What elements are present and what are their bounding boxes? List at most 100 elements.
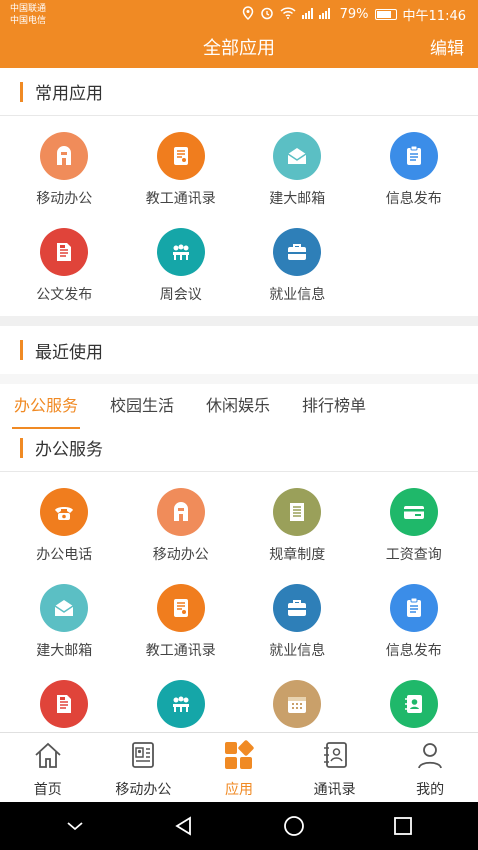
battery-percent: 79% <box>339 7 369 22</box>
section-header: 常用应用 <box>0 68 478 116</box>
app-tile-label: 办公电话 <box>36 547 93 563</box>
id-card-icon <box>126 739 160 771</box>
app-tile-label: 就业信息 <box>269 287 326 303</box>
carrier-2: 中国电信 <box>10 16 47 26</box>
app-tile[interactable]: 就业信息 <box>239 576 356 672</box>
recent-section: 最近使用 <box>0 326 478 374</box>
app-tile-label: 工资查询 <box>385 547 442 563</box>
section-accent-bar <box>20 81 23 102</box>
app-tile[interactable]: 信息发布 <box>356 124 473 220</box>
section-accent-bar <box>20 340 23 360</box>
hide-keyboard-button[interactable] <box>51 802 99 850</box>
app-tile-label: 教工通讯录 <box>145 191 216 207</box>
app-tile-label: 教工通讯录 <box>145 643 216 659</box>
alarm-icon <box>260 6 274 24</box>
briefcase-icon <box>273 228 322 276</box>
home-icon <box>31 739 65 771</box>
nav-item-1[interactable]: 首页 <box>0 733 96 802</box>
app-tile-label: 信息发布 <box>385 191 442 207</box>
app-tile[interactable]: 移动办公 <box>6 124 123 220</box>
app-tile[interactable]: 教工通讯录 <box>123 576 240 672</box>
wifi-icon <box>280 6 296 23</box>
app-tile[interactable] <box>356 672 473 732</box>
section-title: 最近使用 <box>35 342 103 363</box>
location-icon <box>242 5 254 24</box>
app-tile-label: 规章制度 <box>269 547 326 563</box>
clipboard-icon <box>389 584 438 632</box>
address-book-icon <box>318 739 352 771</box>
document-icon <box>40 228 89 276</box>
app-tile[interactable]: 信息发布 <box>356 576 473 672</box>
app-tile[interactable]: 移动办公 <box>123 480 240 576</box>
app-tile[interactable] <box>239 672 356 732</box>
calendar-icon <box>273 680 322 728</box>
edit-button[interactable]: 编辑 <box>430 34 464 59</box>
app-tile[interactable]: 规章制度 <box>239 480 356 576</box>
clock: 中午11:46 <box>402 9 466 24</box>
salary-card-icon <box>389 488 438 536</box>
recent-apps-button[interactable] <box>379 802 427 850</box>
nav-item-4[interactable]: 通讯录 <box>287 733 383 802</box>
app-tile-label: 移动办公 <box>152 547 209 563</box>
nav-label: 应用 <box>224 782 253 798</box>
office-services-section: 办公服务 办公电话 移动办公 规章制度 工资查询建大邮箱 教工通讯录 就业信息 信息发布 <box>0 424 478 732</box>
nav-item-5[interactable]: 我的 <box>382 733 478 802</box>
home-button[interactable] <box>270 802 318 850</box>
nav-label: 首页 <box>33 782 62 798</box>
app-tile[interactable]: 公文发布 <box>6 220 123 316</box>
tab-4[interactable]: 排行榜单 <box>302 384 366 424</box>
bottom-navigation: 首页 移动办公 应用 通讯录 我的 <box>0 732 478 802</box>
nav-label: 移动办公 <box>115 782 172 798</box>
briefcase-icon <box>273 584 322 632</box>
app-tile[interactable]: 办公电话 <box>6 480 123 576</box>
app-tile-label: 公文发布 <box>36 287 93 303</box>
staff-directory-icon <box>156 584 205 632</box>
app-tile[interactable] <box>6 672 123 732</box>
app-header: 中国联通 中国电信 79% 中午11:46 全部应用 编辑 <box>0 0 478 68</box>
telephone-icon <box>40 488 89 536</box>
apps-icon <box>222 739 256 771</box>
user-icon <box>413 739 447 771</box>
app-tile-label: 就业信息 <box>269 643 326 659</box>
regulations-icon <box>273 488 322 536</box>
document-icon <box>40 680 89 728</box>
staff-directory-icon <box>156 132 205 180</box>
common-apps-section: 常用应用 移动办公 教工通讯录 建大邮箱 信息发布公文发布 周会议 就业信息 <box>0 68 478 316</box>
app-tile-label: 建大邮箱 <box>36 643 93 659</box>
app-tile[interactable]: 周会议 <box>123 220 240 316</box>
app-tile[interactable]: 教工通讯录 <box>123 124 240 220</box>
signal-icon <box>301 7 334 23</box>
meeting-icon <box>156 228 205 276</box>
tab-3[interactable]: 休闲娱乐 <box>206 384 270 424</box>
mailbox-icon <box>40 584 89 632</box>
back-button[interactable] <box>160 802 208 850</box>
battery-icon <box>374 9 397 20</box>
nav-item-2[interactable]: 移动办公 <box>96 733 192 802</box>
carrier-1: 中国联通 <box>10 4 47 14</box>
category-tabs: 办公服务 校园生活 休闲娱乐 排行榜单 <box>0 374 478 429</box>
section-title: 常用应用 <box>35 84 103 104</box>
app-tile-label: 移动办公 <box>36 191 93 207</box>
nav-label: 我的 <box>416 782 445 798</box>
contact-book-icon <box>389 680 438 728</box>
mobile-office-icon <box>40 132 89 180</box>
app-tile[interactable]: 建大邮箱 <box>6 576 123 672</box>
app-tile[interactable]: 工资查询 <box>356 480 473 576</box>
common-apps-grid: 移动办公 教工通讯录 建大邮箱 信息发布公文发布 周会议 就业信息 <box>0 116 478 316</box>
status-bar-right: 79% 中午11:46 <box>242 5 466 24</box>
tab-2[interactable]: 校园生活 <box>110 384 174 424</box>
app-tile[interactable]: 建大邮箱 <box>239 124 356 220</box>
content-scroll[interactable]: 常用应用 移动办公 教工通讯录 建大邮箱 信息发布 公文发布 周会议 就业信息 最近使用 办… <box>0 68 478 732</box>
system-navigation-bar <box>0 802 478 850</box>
mailbox-icon <box>273 132 322 180</box>
nav-label: 通讯录 <box>313 782 356 798</box>
nav-item-3[interactable]: 应用 <box>191 733 287 802</box>
app-tile[interactable] <box>123 672 240 732</box>
tab-1[interactable]: 办公服务 <box>11 384 81 429</box>
meeting-icon <box>156 680 205 728</box>
section-title: 办公服务 <box>35 440 103 460</box>
app-tile[interactable]: 就业信息 <box>239 220 356 316</box>
app-tile-label: 建大邮箱 <box>269 191 326 207</box>
section-header: 办公服务 <box>0 424 478 472</box>
section-header: 最近使用 <box>0 326 478 374</box>
